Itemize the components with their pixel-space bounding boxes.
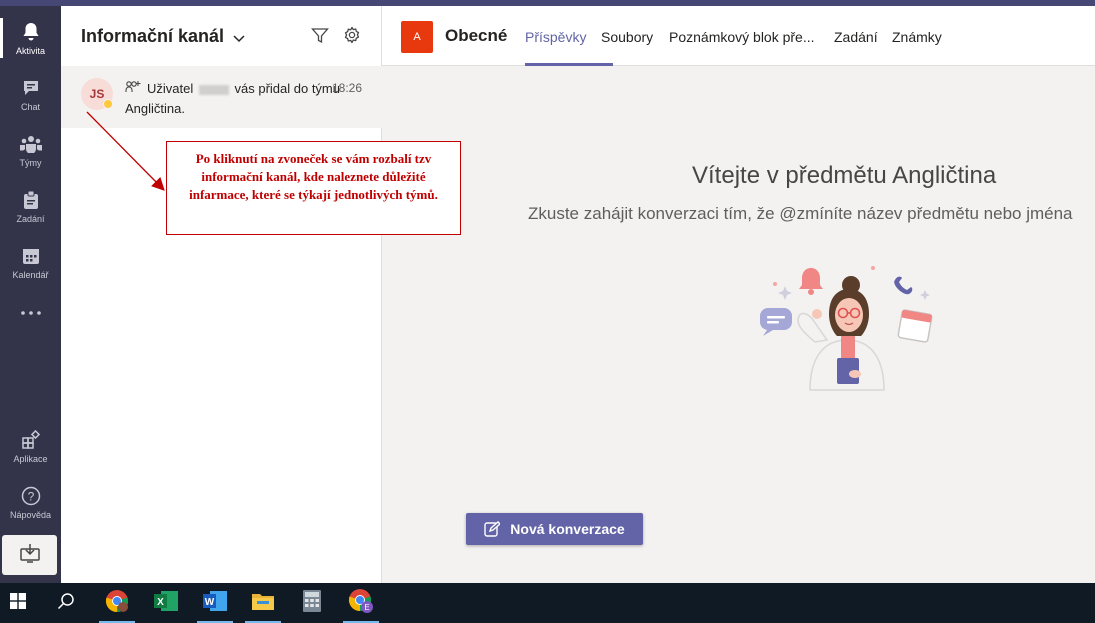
rail-item-activity[interactable]: Aktivita [0, 12, 61, 64]
rail-item-chat[interactable]: Chat [0, 68, 61, 120]
presence-away-icon [103, 99, 113, 109]
new-conversation-label: Nová konverzace [510, 521, 625, 537]
rail-item-help[interactable]: ? Nápověda [0, 476, 61, 528]
compose-icon [484, 521, 501, 537]
folder-icon [251, 591, 275, 616]
chrome-icon: E [348, 588, 374, 619]
active-tab-indicator [525, 63, 613, 66]
panel-title[interactable]: Informační kanál [81, 26, 224, 47]
word-icon: W [202, 589, 228, 618]
bell-icon [20, 21, 42, 43]
excel-icon: X [153, 589, 179, 618]
channel-name: Obecné [445, 26, 508, 45]
welcome-illustration [755, 262, 940, 397]
rail-label: Aplikace [13, 453, 48, 464]
feed-text-before: Uživatel [147, 81, 194, 96]
rail-item-assignments[interactable]: Zadání [0, 180, 61, 232]
tab-grades[interactable]: Známky [892, 29, 942, 45]
feed-time: 18:26 [332, 81, 363, 95]
taskbar-file-explorer[interactable] [243, 583, 283, 623]
calendar-icon [20, 245, 42, 267]
svg-text:E: E [364, 603, 369, 612]
rail-label: Zadání [16, 213, 45, 224]
channel-header: A Obecné Příspěvky Soubory Poznámkový bl… [382, 6, 1095, 66]
panel-header: Informační kanál [61, 6, 382, 66]
apps-icon [20, 429, 42, 451]
download-app-button[interactable] [2, 535, 57, 575]
tab-posts[interactable]: Příspěvky [525, 29, 586, 45]
start-button[interactable] [0, 583, 36, 623]
calculator-icon [302, 589, 322, 618]
rail-item-more[interactable] [0, 288, 61, 340]
taskbar-chrome-profile[interactable]: E [341, 583, 381, 623]
taskbar-word[interactable]: W [195, 583, 235, 623]
feed-message: Uživatel vás přidal do týmu Angličtina. [125, 79, 340, 119]
rail-item-apps[interactable]: Aplikace [0, 420, 61, 472]
chat-icon [20, 77, 42, 99]
team-avatar[interactable]: A [401, 21, 433, 53]
rail-label: Chat [20, 101, 40, 112]
windows-taskbar: X W E [0, 583, 1095, 623]
rail-label: Kalendář [12, 269, 49, 280]
rail-label: Aktivita [15, 45, 45, 56]
redacted-name [198, 84, 229, 95]
taskbar-excel[interactable]: X [146, 583, 186, 623]
tab-notebook[interactable]: Poznámkový blok pře... [669, 29, 815, 45]
tab-files[interactable]: Soubory [601, 29, 653, 45]
taskbar-chrome[interactable] [97, 583, 137, 623]
download-icon [19, 543, 41, 568]
taskbar-search-button[interactable] [46, 583, 86, 623]
rail-item-calendar[interactable]: Kalendář [0, 236, 61, 288]
rail-label: Týmy [19, 157, 42, 168]
annotation-callout: Po kliknutí na zvoneček se vám rozbalí t… [166, 141, 461, 235]
tab-assignments[interactable]: Zadání [834, 29, 878, 45]
svg-text:X: X [157, 597, 164, 608]
svg-text:W: W [205, 597, 215, 608]
teams-icon [19, 133, 42, 155]
activity-panel: Informační kanál JS Uživatel vás přidal … [61, 6, 382, 583]
chevron-down-icon[interactable] [233, 30, 245, 48]
activity-feed-item[interactable]: JS Uživatel vás přidal do týmu Angličtin… [61, 66, 382, 128]
chrome-icon [105, 589, 129, 618]
more-icon [20, 302, 42, 324]
taskbar-calculator[interactable] [292, 583, 332, 623]
rail-item-teams[interactable]: Týmy [0, 124, 61, 176]
help-icon: ? [20, 485, 42, 507]
new-conversation-button[interactable]: Nová konverzace [466, 513, 643, 545]
svg-text:?: ? [27, 489, 34, 503]
windows-icon [10, 592, 26, 614]
gear-icon[interactable] [343, 26, 361, 49]
rail-label: Nápověda [9, 509, 52, 520]
welcome-title-text: Vítejte v předmětu Angličtina [692, 162, 997, 189]
assignments-icon [20, 189, 42, 211]
search-icon [57, 592, 75, 615]
app-rail: Aktivita Chat Týmy Zadání Kalendář Aplik… [0, 6, 61, 583]
filter-icon[interactable] [311, 27, 329, 50]
welcome-subtitle: Zkuste zahájit konverzaci tím, že @zmíní… [528, 204, 1073, 223]
